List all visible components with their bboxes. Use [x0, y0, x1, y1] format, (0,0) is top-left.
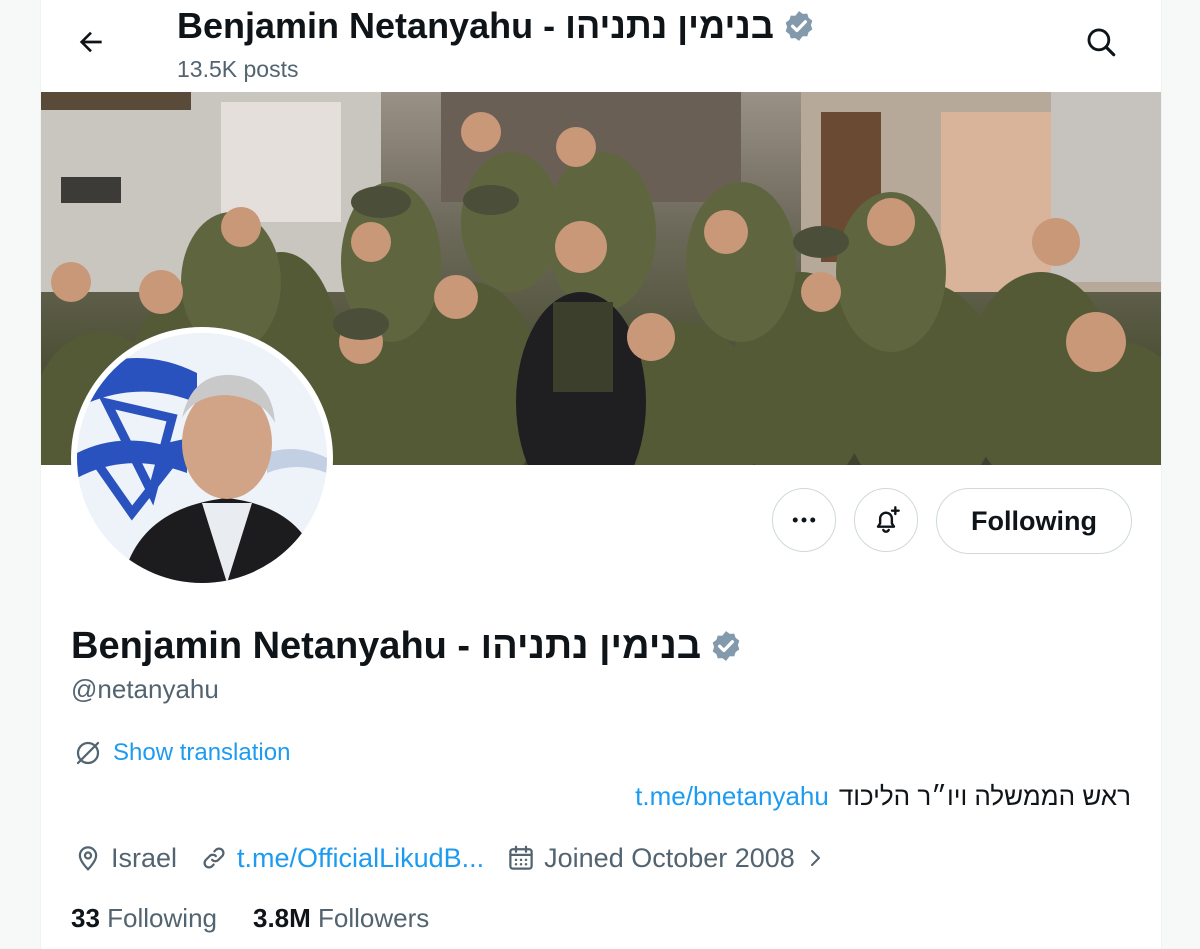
more-button[interactable]: [772, 488, 836, 552]
following-count: 33: [71, 902, 100, 933]
show-translation[interactable]: Show translation: [73, 736, 290, 770]
header-title: Benjamin Netanyahu - בנימין נתניהו: [177, 5, 774, 46]
arrow-left-icon: [79, 31, 102, 53]
website-item[interactable]: t.me/OfficialLikudB...: [199, 843, 484, 874]
location-text: Israel: [111, 842, 178, 873]
show-translation-link[interactable]: Show translation: [113, 739, 290, 767]
bio-link[interactable]: t.me/bnetanyahu: [635, 781, 829, 812]
notifications-button[interactable]: [854, 488, 918, 552]
verified-badge-icon: [785, 11, 813, 41]
following-stat[interactable]: 33 Following: [71, 903, 217, 934]
translate-icon: [76, 741, 100, 765]
chevron-right-icon: [810, 850, 820, 866]
header-title-row: Benjamin Netanyahu - בנימין נתניהו: [177, 5, 816, 46]
profile-bio: t.me/bnetanyahu ראש הממשלה ויו״ר הליכוד: [635, 776, 1131, 816]
followers-count: 3.8M: [252, 902, 311, 933]
following-button[interactable]: Following: [936, 488, 1132, 554]
link-icon: [203, 847, 225, 869]
profile-display-name: Benjamin Netanyahu - בנימין נתניהו: [71, 624, 702, 667]
more-icon: [792, 517, 816, 523]
avatar-photo: [77, 333, 327, 583]
verified-badge-icon[interactable]: [709, 629, 743, 663]
location-pin-icon: [78, 846, 98, 871]
profile-stats: 33 Following 3.8M Followers: [71, 898, 465, 938]
followers-label: Followers: [318, 902, 430, 933]
location-item: Israel: [73, 843, 177, 874]
avatar-image: [77, 333, 327, 583]
profile-page: Benjamin Netanyahu - בנימין נתניהו 13.5K…: [40, 0, 1162, 949]
search-button[interactable]: [1081, 22, 1121, 62]
profile-handle: @netanyahu: [71, 674, 219, 704]
calendar-icon: [509, 845, 533, 870]
profile-name-row: Benjamin Netanyahu - בנימין נתניהו: [71, 622, 743, 670]
bio-text: ראש הממשלה ויו״ר הליכוד: [838, 780, 1131, 811]
joined-item[interactable]: Joined October 2008: [506, 843, 827, 874]
profile-meta: Israel t.me/OfficialLikudB... Joined Oct…: [73, 838, 849, 878]
bell-plus-icon: [876, 506, 900, 533]
followers-stat[interactable]: 3.8M Followers: [253, 903, 429, 934]
search-icon: [1087, 28, 1116, 57]
profile-avatar[interactable]: [71, 327, 333, 589]
joined-text: Joined October 2008: [544, 842, 795, 873]
following-label: Following: [107, 902, 217, 933]
posts-count: 13.5K posts: [177, 56, 299, 82]
website-link[interactable]: t.me/OfficialLikudB...: [237, 843, 484, 874]
back-button[interactable]: [71, 22, 111, 62]
